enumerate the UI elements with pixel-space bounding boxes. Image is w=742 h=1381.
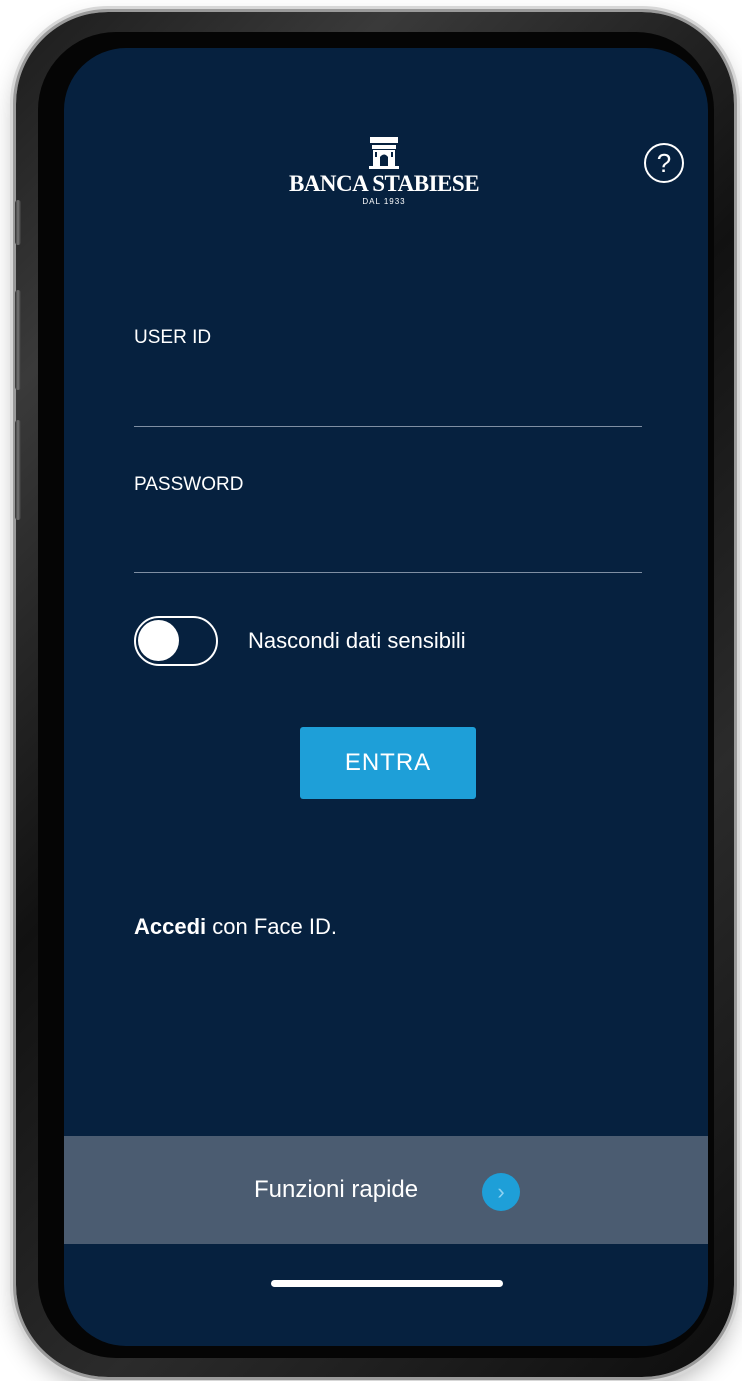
password-label: PASSWORD (134, 474, 244, 495)
enter-button[interactable]: ENTRA (300, 727, 476, 799)
bank-tagline: DAL 1933 (362, 197, 406, 206)
help-button[interactable]: ? (644, 143, 684, 183)
help-icon: ? (656, 148, 672, 178)
tower-logo-icon (369, 137, 399, 169)
hide-sensitive-data-toggle[interactable] (134, 616, 218, 666)
faceid-link-text: con Face ID. (206, 914, 337, 939)
user-id-input[interactable] (134, 382, 642, 427)
chevron-right-icon: › (482, 1173, 520, 1211)
bank-logo: BANCA STABIESE DAL 1933 (264, 135, 504, 231)
quick-actions-label: Funzioni rapide (254, 1176, 419, 1203)
user-id-label: USER ID (134, 327, 212, 348)
phone-side-button-volume-down (15, 420, 21, 520)
hide-sensitive-data-label: Nascondi dati sensibili (248, 628, 466, 653)
faceid-link-bold: Accedi (134, 914, 207, 939)
toggle-knob (138, 620, 179, 661)
phone-side-button-volume-up (15, 290, 21, 390)
faceid-login-link[interactable]: Accedi con Face ID. (134, 914, 337, 940)
quick-actions-bar[interactable]: Funzioni rapide › (64, 1136, 708, 1244)
device-stage: ? BANCA STABIESE DAL 1933 USER ID PASSWO… (0, 0, 742, 1381)
home-indicator[interactable] (271, 1280, 503, 1287)
password-input[interactable] (134, 528, 642, 573)
phone-side-button-silent (15, 200, 21, 245)
app-screen: ? BANCA STABIESE DAL 1933 USER ID PASSWO… (64, 48, 708, 1346)
bank-name: BANCA STABIESE (288, 171, 480, 196)
